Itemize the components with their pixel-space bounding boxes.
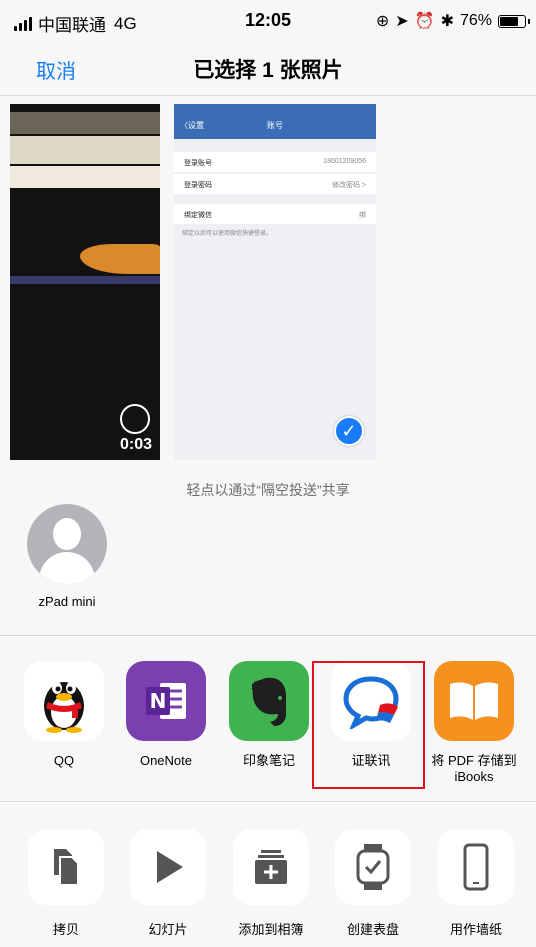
select-circle-icon[interactable] xyxy=(120,404,150,434)
qq-penguin-icon xyxy=(24,661,104,741)
app-share-row: QQ N OneNote 印象笔记 证联讯 将 PDF 存储到 iBooks xyxy=(0,637,536,802)
onenote-icon: N xyxy=(126,661,206,741)
video-frame-band xyxy=(10,276,160,284)
app-label: 印象笔记 xyxy=(242,753,295,768)
photo-strip: 0:03 〈设置 账号 登录账号 18601209056 登录密码 修改密码 >… xyxy=(0,96,536,478)
thumb-row-label: 登录密码 xyxy=(184,182,212,189)
action-label: 幻灯片 xyxy=(148,922,188,937)
app-onenote[interactable]: N OneNote xyxy=(116,661,216,769)
video-frame-band xyxy=(10,136,160,164)
bluetooth-icon: ✱ xyxy=(440,13,454,30)
play-icon xyxy=(130,829,206,905)
thumb-note: 绑定以后可以使用微信快捷登录。 xyxy=(182,231,273,237)
ibooks-icon xyxy=(434,661,514,741)
app-qq[interactable]: QQ xyxy=(14,661,114,769)
thumb-row-value: 绑 xyxy=(359,212,366,219)
thumb-row-value: 18601209056 xyxy=(323,158,366,165)
action-row: 拷贝 幻灯片 添加到相簿 创建表盘 用作墙纸 xyxy=(0,803,536,947)
battery-fill xyxy=(500,16,519,26)
thumb-row: 绑定微信 绑 xyxy=(174,204,376,224)
thumb-row: 登录密码 修改密码 > xyxy=(174,174,376,194)
create-watch-face-button[interactable]: 创建表盘 xyxy=(323,829,423,938)
thumb-row-value: 修改密码 > xyxy=(331,182,366,189)
location-icon: ➤ xyxy=(395,13,409,30)
thumb-nav-bar: 〈设置 账号 xyxy=(174,113,376,139)
add-to-album-button[interactable]: 添加到相簿 xyxy=(221,829,321,938)
phone-icon xyxy=(438,829,514,905)
app-zhenglianxun[interactable]: 证联讯 xyxy=(321,661,421,769)
airdrop-hint: 轻点以通过“隔空投送”共享 xyxy=(186,482,350,498)
app-evernote[interactable]: 印象笔记 xyxy=(219,661,319,769)
app-label: OneNote xyxy=(139,753,193,768)
copy-icon xyxy=(28,829,104,905)
alarm-icon: ⏰ xyxy=(414,13,435,30)
airdrop-contact[interactable]: zPad mini xyxy=(22,504,112,609)
video-thumbnail[interactable]: 0:03 xyxy=(10,104,160,460)
video-frame-object xyxy=(80,244,160,274)
video-frame-band xyxy=(10,112,160,134)
thumb-title: 账号 xyxy=(267,121,283,130)
app-label: 将 PDF 存储到 iBooks xyxy=(431,753,517,784)
battery-icon xyxy=(498,14,530,28)
person-body-icon xyxy=(39,552,95,584)
chat-bubble-icon xyxy=(331,661,411,741)
thumb-row-label: 绑定微信 xyxy=(184,212,212,219)
contact-name: zPad mini xyxy=(38,594,96,609)
app-ibooks[interactable]: 将 PDF 存储到 iBooks xyxy=(424,661,524,785)
thumb-status-bar xyxy=(174,104,376,113)
thumb-row-label: 登录账号 xyxy=(184,160,212,167)
watch-icon xyxy=(335,829,411,905)
video-frame-band xyxy=(10,166,160,188)
orientation-lock-icon: ⊕ xyxy=(375,13,390,30)
video-duration: 0:03 xyxy=(119,436,152,453)
copy-button[interactable]: 拷贝 xyxy=(16,829,116,938)
slideshow-button[interactable]: 幻灯片 xyxy=(118,829,218,938)
battery-percent: 76% xyxy=(459,12,492,29)
app-label: QQ xyxy=(53,753,75,768)
add-album-icon xyxy=(233,829,309,905)
checkmark-icon[interactable]: ✓ xyxy=(334,416,364,446)
action-label: 创建表盘 xyxy=(346,922,399,937)
share-sheet-header: 取消 已选择 1 张照片 xyxy=(0,40,536,96)
avatar xyxy=(27,504,107,584)
action-label: 用作墙纸 xyxy=(449,922,502,937)
evernote-elephant-icon xyxy=(229,661,309,741)
thumb-row: 登录账号 18601209056 xyxy=(174,152,376,172)
page-title: 已选择 1 张照片 xyxy=(193,59,343,82)
person-head-icon xyxy=(53,518,81,550)
use-as-wallpaper-button[interactable]: 用作墙纸 xyxy=(426,829,526,938)
action-label: 添加到相簿 xyxy=(238,922,304,937)
svg-text:N: N xyxy=(150,689,167,713)
app-label: 证联讯 xyxy=(351,753,391,768)
status-icons: ⊕ ➤ ⏰ ✱ 76% xyxy=(375,11,530,31)
status-bar: 中国联通 4G 12:05 ⊕ ➤ ⏰ ✱ 76% xyxy=(0,0,536,40)
airdrop-section: 轻点以通过“隔空投送”共享 zPad mini xyxy=(0,478,536,636)
screenshot-thumbnail[interactable]: 〈设置 账号 登录账号 18601209056 登录密码 修改密码 > 绑定微信… xyxy=(174,104,376,460)
action-label: 拷贝 xyxy=(52,922,79,937)
